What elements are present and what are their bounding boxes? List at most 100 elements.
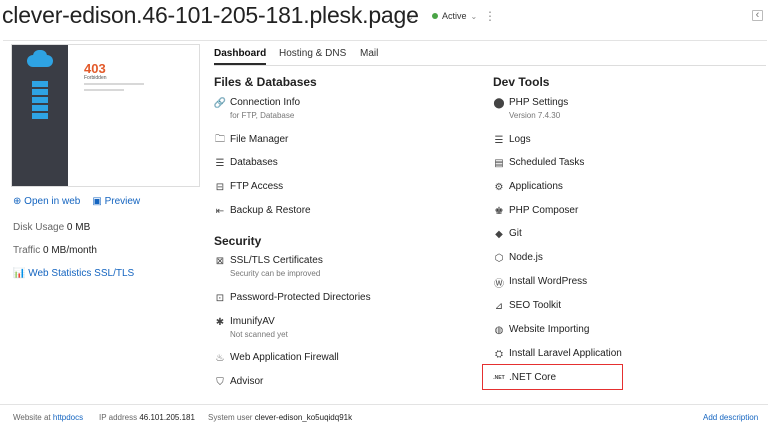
item-label: SEO Toolkit xyxy=(509,300,562,311)
chart-icon: ⊿ xyxy=(494,300,504,312)
thumbnail-error-code: 403 xyxy=(84,61,106,76)
ip-address: IP address 46.101.205.181 xyxy=(99,413,195,422)
thumbnail-sidebar xyxy=(12,45,68,186)
php-composer-item[interactable]: ♚ PHP Composer xyxy=(493,205,579,217)
chevron-down-icon: ⌄ xyxy=(470,11,478,21)
system-user-value: clever-edison_ko5uqidq91k xyxy=(254,413,353,422)
item-label: File Manager xyxy=(230,134,289,145)
php-icon: ⬤ xyxy=(493,97,505,109)
site-actions: ⊕ Open in web ▣ Preview xyxy=(13,196,140,207)
item-sub: Security can be improved xyxy=(230,269,321,278)
disk-usage-label: Disk Usage xyxy=(13,222,65,233)
imunifyav-item[interactable]: ✱ ImunifyAV Not scanned yet xyxy=(214,316,288,339)
preview-icon: ▣ xyxy=(92,196,102,207)
status-dot-icon xyxy=(432,13,438,19)
folder-icon: 🗀 xyxy=(215,133,225,145)
item-label: Password-Protected Directories xyxy=(230,292,371,303)
item-label: Databases xyxy=(230,157,278,168)
item-label: Connection Info xyxy=(230,97,301,108)
nodejs-item[interactable]: ⬡ Node.js xyxy=(493,252,543,264)
wordpress-icon: Ⓦ xyxy=(494,278,504,290)
dev-tools-title: Dev Tools xyxy=(493,75,550,89)
tab-mail[interactable]: Mail xyxy=(360,48,378,63)
item-label: Scheduled Tasks xyxy=(509,157,585,168)
item-label: SSL/TLS Certificates xyxy=(230,255,323,266)
disk-usage-value: 0 MB xyxy=(66,222,91,233)
seo-toolkit-item[interactable]: ⊿ SEO Toolkit xyxy=(493,300,561,312)
chevron-down-icon[interactable]: ⌄ xyxy=(406,12,414,23)
item-label: Advisor xyxy=(230,376,264,387)
connection-info-item[interactable]: 🔗 Connection Info for FTP, Database xyxy=(214,97,300,120)
preview-label: Preview xyxy=(104,196,141,207)
website-at: Website at httpdocs xyxy=(13,413,83,422)
php-settings-item[interactable]: ⬤ PHP Settings Version 7.4.30 xyxy=(493,97,568,120)
item-label: ImunifyAV xyxy=(230,316,275,327)
item-label: Install Laravel Application xyxy=(509,348,622,359)
tab-hosting-dns[interactable]: Hosting & DNS xyxy=(279,48,346,63)
website-importing-item[interactable]: ◍ Website Importing xyxy=(493,324,590,336)
item-label: Website Importing xyxy=(509,324,590,335)
databases-item[interactable]: ☰ Databases xyxy=(214,157,278,169)
security-title: Security xyxy=(214,234,262,248)
ftp-access-item[interactable]: ⊟ FTP Access xyxy=(214,181,283,193)
website-thumbnail[interactable]: 403 Forbidden xyxy=(11,44,200,187)
ip-label: IP address xyxy=(99,413,138,422)
preview-link[interactable]: ▣ Preview xyxy=(92,196,140,207)
file-manager-item[interactable]: 🗀 File Manager xyxy=(214,134,288,146)
footer: Website at httpdocs IP address 46.101.20… xyxy=(0,404,768,430)
password-protected-directories-item[interactable]: ⊡ Password-Protected Directories xyxy=(214,292,371,304)
more-options-icon[interactable]: ⋮ xyxy=(484,9,496,23)
httpdocs-link[interactable]: httpdocs xyxy=(53,413,83,422)
git-item[interactable]: ◆ Git xyxy=(493,228,522,240)
item-label: FTP Access xyxy=(230,181,284,192)
gear-icon: ✱ xyxy=(215,316,225,328)
applications-item[interactable]: ⚙ Applications xyxy=(493,181,563,193)
gear-icon: ⚙ xyxy=(494,181,504,193)
install-laravel-item[interactable]: ⛭ Install Laravel Application xyxy=(493,348,622,360)
item-sub: for FTP, Database xyxy=(230,111,295,120)
ftp-icon: ⊟ xyxy=(215,181,225,193)
firewall-icon: ♨ xyxy=(215,352,225,364)
add-description-link[interactable]: Add description xyxy=(703,413,758,422)
calendar-icon: ▤ xyxy=(494,157,504,169)
traffic: Traffic 0 MB/month xyxy=(13,245,97,256)
thumbnail-line xyxy=(84,83,144,85)
open-in-web-label: Open in web xyxy=(24,196,81,207)
web-statistics-label: Web Statistics SSL/TLS xyxy=(28,268,135,279)
page-title: clever-edison.46-101-205-181.plesk.page xyxy=(2,2,419,28)
list-icon: ☰ xyxy=(494,134,504,146)
item-label: PHP Composer xyxy=(509,205,579,216)
item-label: Backup & Restore xyxy=(230,205,311,216)
status-dropdown[interactable]: Active ⌄ xyxy=(432,11,477,21)
link-icon: 🔗 xyxy=(213,97,227,109)
globe-icon: ◍ xyxy=(494,324,504,336)
thumbnail-error-text: Forbidden xyxy=(84,75,107,81)
install-wordpress-item[interactable]: Ⓦ Install WordPress xyxy=(493,276,588,290)
database-icon: ☰ xyxy=(215,157,225,169)
web-application-firewall-item[interactable]: ♨ Web Application Firewall xyxy=(214,352,339,364)
item-label: Install WordPress xyxy=(509,276,588,287)
website-at-label: Website at xyxy=(13,413,51,422)
web-statistics-link[interactable]: 📊 Web Statistics SSL/TLS xyxy=(13,268,134,279)
files-databases-title: Files & Databases xyxy=(214,75,317,89)
open-in-web-link[interactable]: ⊕ Open in web xyxy=(13,196,80,207)
item-sub: Not scanned yet xyxy=(230,330,288,339)
collapse-icon[interactable]: ‹ xyxy=(752,10,763,21)
globe-icon: ⊕ xyxy=(13,196,22,207)
system-user-label: System user xyxy=(208,413,253,422)
bar-chart-icon: 📊 xyxy=(13,268,26,279)
ssl-certificates-item[interactable]: ⊠ SSL/TLS Certificates Security can be im… xyxy=(214,255,323,278)
backup-icon: ⇤ xyxy=(215,205,225,217)
item-label: Applications xyxy=(509,181,563,192)
tab-dashboard[interactable]: Dashboard xyxy=(214,48,267,65)
advisor-item[interactable]: ⛉ Advisor xyxy=(214,376,263,388)
scheduled-tasks-item[interactable]: ▤ Scheduled Tasks xyxy=(493,157,584,169)
cloud-icon-base xyxy=(27,55,53,67)
backup-restore-item[interactable]: ⇤ Backup & Restore xyxy=(214,205,311,217)
server-icon xyxy=(32,81,48,131)
item-label: Git xyxy=(509,228,522,239)
logs-item[interactable]: ☰ Logs xyxy=(493,134,531,146)
traffic-value: 0 MB/month xyxy=(43,245,97,256)
item-label: Web Application Firewall xyxy=(230,352,339,363)
item-label: PHP Settings xyxy=(509,97,569,108)
